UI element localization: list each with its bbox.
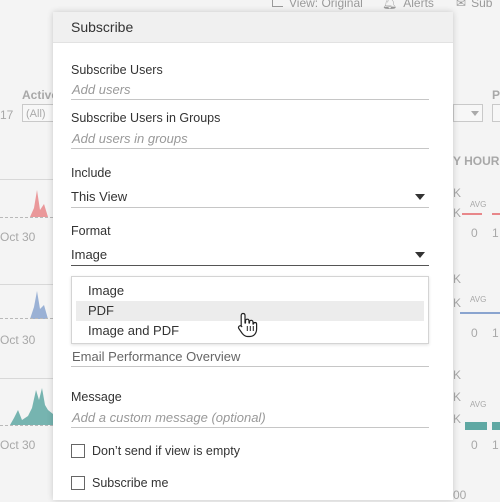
subscribe-users-placeholder: Add users xyxy=(72,82,131,97)
k-label: K xyxy=(453,272,462,286)
alerts-button[interactable]: 🔔︎ Alerts xyxy=(382,0,434,10)
divider xyxy=(0,284,53,285)
dont-send-empty-label: Don’t send if view is empty xyxy=(92,444,240,458)
right-bar-teal xyxy=(492,422,500,430)
dialog-title: Subscribe xyxy=(53,12,453,43)
message-placeholder: Add a custom message (optional) xyxy=(72,410,266,425)
k-label: K xyxy=(453,206,462,220)
right-header: Y HOUR xyxy=(453,154,500,168)
right-bar-blue xyxy=(460,312,500,314)
right-bar-red xyxy=(462,213,482,215)
dont-send-empty-checkbox[interactable] xyxy=(71,444,85,458)
format-option-pdf[interactable]: PDF xyxy=(76,301,424,321)
right-filter-select-2[interactable] xyxy=(492,104,500,122)
subscribe-dialog: Subscribe Subscribe Users Add users Subs… xyxy=(53,12,453,500)
right-digit: 0 xyxy=(471,226,478,240)
chevron-down-icon xyxy=(471,111,479,116)
format-option-image-and-pdf[interactable]: Image and PDF xyxy=(76,321,424,341)
right-digit: 1 xyxy=(492,326,499,340)
format-option-image[interactable]: Image xyxy=(76,281,424,301)
avg-line xyxy=(0,425,53,426)
include-value: This View xyxy=(71,189,128,204)
format-label: Format xyxy=(71,224,111,238)
active-filter-select[interactable]: (All) xyxy=(22,104,56,122)
k-label: K xyxy=(453,390,462,404)
k-label: K xyxy=(453,296,462,310)
right-digit: 1 xyxy=(492,226,499,240)
chart-icon xyxy=(272,0,283,7)
subscribe-groups-label: Subscribe Users in Groups xyxy=(71,111,221,125)
mail-plus-icon: ✉︎ xyxy=(456,0,467,10)
axis-date: Oct 30 xyxy=(0,438,36,452)
caret-down-icon xyxy=(415,194,425,200)
avg-label: AVG xyxy=(470,295,487,304)
right-bar-teal xyxy=(465,422,487,430)
right-digit: 0 xyxy=(471,326,478,340)
format-value: Image xyxy=(71,247,108,262)
subscribe-groups-input[interactable]: Add users in groups xyxy=(71,129,429,149)
axis-date: Oct 30 xyxy=(0,230,36,244)
sparkline-red xyxy=(0,190,53,217)
left-number: 17 xyxy=(0,108,14,122)
subscribe-me-label: Subscribe me xyxy=(92,476,169,490)
k-label: K xyxy=(453,186,462,200)
subscribe-me-checkbox[interactable] xyxy=(71,476,85,490)
subscribe-users-label: Subscribe Users xyxy=(71,63,163,77)
avg-label: AVG xyxy=(470,200,487,209)
format-dropdown-list: Image PDF Image and PDF xyxy=(71,276,429,344)
right-bar-red xyxy=(492,213,500,215)
subscribe-toolbar-button[interactable]: ✉︎ Sub xyxy=(456,0,492,10)
message-input[interactable]: Add a custom message (optional) xyxy=(71,408,429,428)
dashboard-toolbar: View: Original 🔔︎ Alerts ✉︎ Sub xyxy=(0,0,500,12)
subject-value: Email Performance Overview xyxy=(72,349,241,364)
k-label: K xyxy=(453,368,462,382)
right-filter-label: P xyxy=(492,88,500,102)
sparkline-blue xyxy=(0,291,53,319)
avg-line xyxy=(0,217,53,218)
caret-down-icon xyxy=(415,252,425,258)
subject-input[interactable]: Email Performance Overview xyxy=(71,347,429,367)
format-select[interactable]: Image xyxy=(71,244,429,266)
divider xyxy=(0,378,53,379)
subscribe-me-row[interactable]: Subscribe me xyxy=(71,475,168,491)
include-label: Include xyxy=(71,166,112,180)
axis-date: Oct 30 xyxy=(0,333,36,347)
k-label: K xyxy=(453,412,462,426)
divider xyxy=(0,179,53,180)
subscribe-users-input[interactable]: Add users xyxy=(71,80,429,100)
dont-send-empty-row[interactable]: Don’t send if view is empty xyxy=(71,443,240,459)
subscribe-groups-placeholder: Add users in groups xyxy=(72,131,188,146)
right-digit: 0 xyxy=(471,438,478,452)
bell-icon: 🔔︎ xyxy=(382,0,398,10)
view-original-button[interactable]: View: Original xyxy=(272,0,363,10)
avg-line xyxy=(0,318,53,319)
include-select[interactable]: This View xyxy=(71,186,429,208)
sparkline-teal xyxy=(0,388,53,425)
right-filter-select[interactable] xyxy=(453,104,483,122)
avg-label: AVG xyxy=(470,400,487,409)
right-digit: 1 xyxy=(492,438,499,452)
message-label: Message xyxy=(71,390,122,404)
